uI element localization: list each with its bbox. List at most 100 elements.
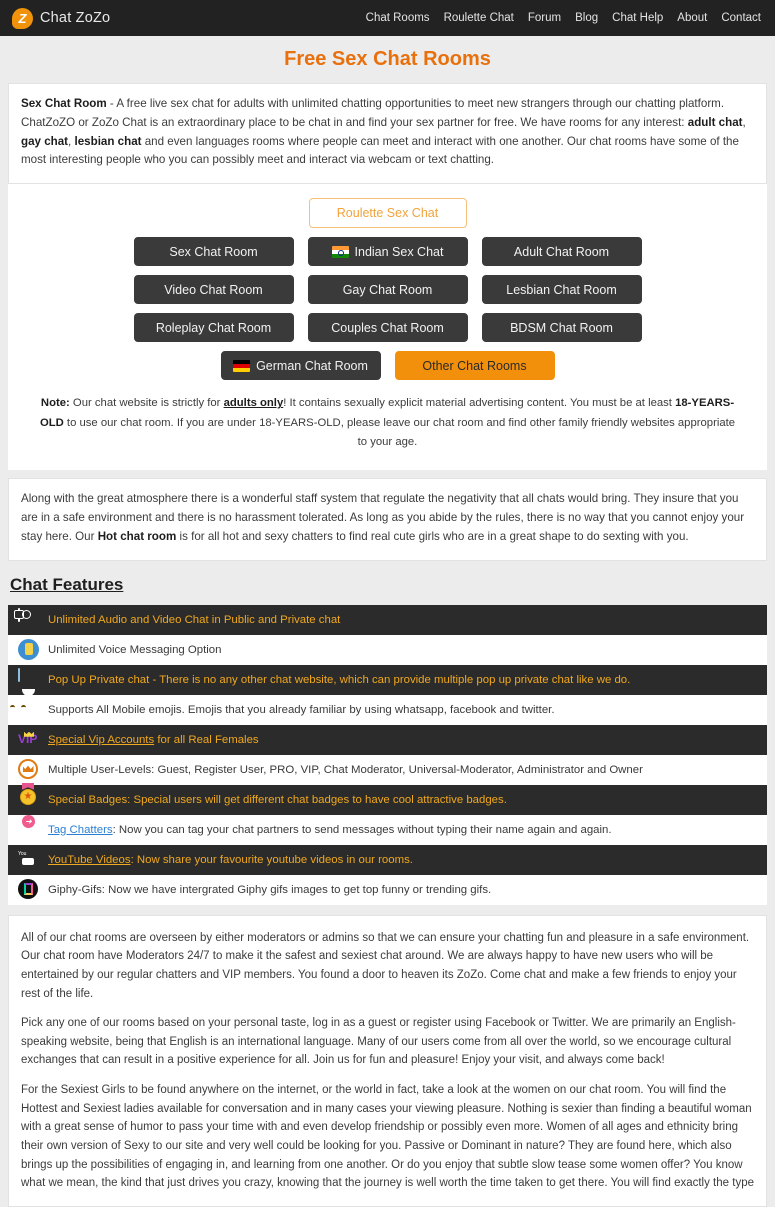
feature-link[interactable]: Special Vip Accounts [48, 734, 154, 746]
intro-lead: Sex Chat Room [21, 97, 107, 110]
note-text-1: Our chat website is strictly for [69, 397, 224, 410]
feature-row-voice-message: Unlimited Voice Messaging Option [8, 634, 767, 665]
intro-text-1: - A free live sex chat for adults with u… [21, 97, 725, 129]
feature-text: Special Vip Accounts for all Real Female… [48, 734, 259, 746]
staff-hot-chat-room: Hot chat room [97, 529, 177, 543]
feature-text-rest: for all Real Females [154, 733, 259, 746]
voice-message-icon [18, 638, 40, 661]
brand-name: Chat ZoZo [40, 10, 111, 26]
roleplay-chat-room-button[interactable]: Roleplay Chat Room [133, 313, 294, 343]
room-row-1: Sex Chat Room Indian Sex Chat Adult Chat… [8, 237, 767, 267]
giphy-icon [18, 878, 40, 901]
button-label: Video Chat Room [164, 282, 263, 297]
button-label: Roleplay Chat Room [155, 320, 272, 335]
button-label: Indian Sex Chat [354, 244, 444, 259]
logo-letter: Z [18, 10, 27, 26]
nav-link-roulette-chat[interactable]: Roulette Chat [444, 12, 514, 24]
feature-link[interactable]: Tag Chatters [48, 824, 113, 836]
feature-text-rest: : Now share your favourite youtube video… [130, 853, 413, 866]
roulette-sex-chat-button[interactable]: Roulette Sex Chat [308, 198, 467, 229]
feature-row-special-badges: Special Badges: Special users will get d… [8, 782, 767, 815]
age-note: Note: Our chat website is strictly for a… [8, 389, 767, 465]
note-text-3: to use our chat room. If you are under 1… [63, 416, 736, 448]
feature-text: Unlimited Voice Messaging Option [48, 643, 222, 656]
emoji-smiley-icon [18, 688, 40, 721]
other-chat-rooms-button[interactable]: Other Chat Rooms [394, 351, 555, 381]
feature-row-giphy-gifs: Giphy-Gifs: Now we have intergrated Giph… [8, 874, 767, 905]
sex-chat-room-button[interactable]: Sex Chat Room [133, 237, 294, 267]
feature-text: YouTube Videos: Now share your favourite… [48, 854, 413, 866]
india-flag-icon [331, 245, 349, 258]
feature-text: Tag Chatters: Now you can tag your chat … [48, 824, 612, 836]
button-label: German Chat Room [256, 358, 368, 373]
youtube-icon [18, 849, 40, 871]
about-paragraph-2: Pick any one of our rooms based on your … [21, 1017, 736, 1067]
button-label: Adult Chat Room [513, 244, 610, 259]
button-label: Gay Chat Room [342, 282, 433, 297]
feature-text: Pop Up Private chat - There is no any ot… [48, 673, 631, 686]
note-text-2: ! It contains sexually explicit material… [283, 397, 676, 410]
crown-circle-icon [18, 758, 40, 781]
page-body: Free Sex Chat Rooms Sex Chat Room - A fr… [0, 48, 775, 1207]
feature-text: Supports All Mobile emojis. Emojis that … [48, 703, 555, 716]
top-navbar: Z Chat ZoZo Chat Rooms Roulette Chat For… [0, 0, 775, 36]
feature-text-rest: : Now you can tag your chat partners to … [112, 823, 612, 836]
button-label: Other Chat Rooms [422, 358, 527, 373]
feature-row-user-levels: Multiple User-Levels: Guest, Register Us… [8, 754, 767, 785]
feature-text: Multiple User-Levels: Guest, Register Us… [48, 763, 643, 776]
chat-features-list: Unlimited Audio and Video Chat in Public… [8, 604, 767, 905]
chat-bubble-logo-icon: Z [12, 7, 33, 29]
about-paragraphs-card: All of our chat rooms are overseen by ei… [8, 914, 767, 1207]
nav-link-contact[interactable]: Contact [721, 12, 761, 24]
feature-row-youtube-videos: YouTube Videos: Now share your favourite… [8, 844, 767, 875]
room-row-4: German Chat Room Other Chat Rooms [8, 351, 767, 381]
nav-link-blog[interactable]: Blog [575, 12, 598, 24]
intro-bold-lesbian-chat: lesbian chat [74, 134, 142, 148]
feature-row-vip-accounts: VIP Special Vip Accounts for all Real Fe… [8, 724, 767, 755]
button-label: Couples Chat Room [331, 320, 444, 335]
tag-envelope-icon [18, 814, 40, 841]
feature-text: Unlimited Audio and Video Chat in Public… [48, 613, 341, 626]
badge-ribbon-icon [18, 782, 40, 811]
nav-link-chat-help[interactable]: Chat Help [612, 12, 663, 24]
bdsm-chat-room-button[interactable]: BDSM Chat Room [481, 313, 642, 343]
gay-chat-room-button[interactable]: Gay Chat Room [307, 275, 468, 305]
room-row-2: Video Chat Room Gay Chat Room Lesbian Ch… [8, 275, 767, 305]
german-chat-room-button[interactable]: German Chat Room [220, 351, 381, 381]
popup-window-icon [18, 667, 40, 691]
nav-link-chat-rooms[interactable]: Chat Rooms [366, 12, 430, 24]
adult-chat-room-button[interactable]: Adult Chat Room [481, 237, 642, 267]
note-adults-only: adults only [223, 397, 284, 410]
about-paragraph-3: For the Sexiest Girls to be found anywhe… [21, 1084, 754, 1190]
brand-logo[interactable]: Z Chat ZoZo [12, 7, 111, 29]
nav-link-about[interactable]: About [677, 12, 707, 24]
germany-flag-icon [233, 359, 251, 372]
staff-system-card: Along with the great atmosphere there is… [8, 478, 767, 561]
page-title: Free Sex Chat Rooms [284, 48, 491, 70]
feature-row-video-chat: Unlimited Audio and Video Chat in Public… [8, 604, 767, 635]
button-label: BDSM Chat Room [510, 320, 613, 335]
note-label: Note: [40, 397, 70, 410]
vip-crown-icon: VIP [18, 731, 38, 746]
nav-links: Chat Rooms Roulette Chat Forum Blog Chat… [366, 12, 761, 24]
roulette-row: Roulette Sex Chat [8, 198, 767, 229]
feature-text: Special Badges: Special users will get d… [48, 793, 507, 806]
feature-link[interactable]: YouTube Videos [48, 854, 131, 866]
nav-link-forum[interactable]: Forum [528, 12, 561, 24]
couples-chat-room-button[interactable]: Couples Chat Room [307, 313, 468, 343]
intro-bold-adult-chat: adult chat [687, 115, 743, 129]
feature-row-tag-chatters: Tag Chatters: Now you can tag your chat … [8, 814, 767, 845]
video-chat-room-button[interactable]: Video Chat Room [133, 275, 294, 305]
intro-card: Sex Chat Room - A free live sex chat for… [8, 83, 767, 185]
about-paragraph-1: All of our chat rooms are overseen by ei… [21, 931, 750, 1000]
lesbian-chat-room-button[interactable]: Lesbian Chat Room [481, 275, 642, 305]
button-label: Lesbian Chat Room [506, 282, 617, 297]
intro-bold-gay-chat: gay chat [21, 134, 69, 148]
staff-text-2: is for all hot and sexy chatters to find… [176, 529, 689, 543]
indian-sex-chat-button[interactable]: Indian Sex Chat [307, 237, 468, 267]
button-label: Sex Chat Room [169, 244, 258, 259]
video-chat-icon [18, 607, 40, 631]
feature-row-popup-private-chat: Pop Up Private chat - There is no any ot… [8, 664, 767, 695]
room-row-3: Roleplay Chat Room Couples Chat Room BDS… [8, 313, 767, 343]
